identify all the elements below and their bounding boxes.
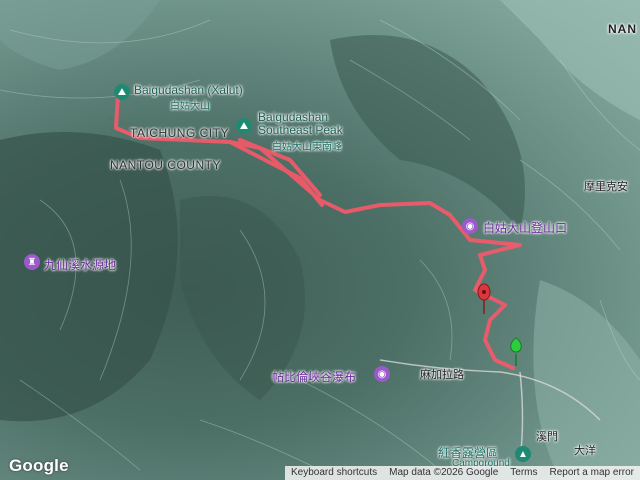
taichung-label: TAICHUNG CITY [130,126,229,140]
hiker-icon[interactable]: ⛰ [236,118,252,134]
map-data-text: Map data ©2026 Google [389,467,499,478]
map-footer: Keyboard shortcuts Map data ©2026 Google… [284,466,640,480]
ximen-label: 溪門 [536,431,558,443]
report-error-link[interactable]: Report a map error [544,466,640,480]
jiuxian-label[interactable]: 九仙溪水源地 [44,256,116,273]
se-peak-label-2[interactable]: Southeast Peak [258,123,343,137]
nantou-label: NANTOU COUNTY [110,158,221,172]
trailhead-label[interactable]: 白姑大山登山口 [483,219,567,236]
end-pin-icon [477,283,491,314]
region-label-top: NAN [608,22,637,36]
camera-icon[interactable]: ◉ [462,218,478,234]
se-peak-label-1[interactable]: Baigudashan [258,110,328,124]
tower-icon[interactable]: ♜ [24,254,40,270]
camera-icon[interactable]: ◉ [374,366,390,382]
terms-link[interactable]: Terms [504,466,543,480]
se-peak-label-zh: 白姑大山東南峰 [272,142,342,153]
dayang-label: 大洋 [574,445,596,457]
tent-icon[interactable]: ▲ [515,446,531,462]
terrain-layer [0,0,640,480]
majiala-label: 麻加拉路 [420,369,464,381]
peak-label-zh: 白姑大山 [170,101,210,112]
molikean-label: 摩里克安 [584,181,628,193]
hiker-icon[interactable]: ⛰ [114,84,130,100]
tiebilun-label[interactable]: 帖比倫峽谷瀑布 [272,368,356,385]
google-logo: Google [9,456,69,475]
map-view[interactable]: ⛰ Baigudashan (Xalut) 白姑大山 ⛰ Baigudashan… [0,0,640,480]
peak-label[interactable]: Baigudashan (Xalut) [134,83,243,97]
keyboard-shortcuts-link[interactable]: Keyboard shortcuts [285,466,383,480]
start-pin-icon [510,337,522,366]
